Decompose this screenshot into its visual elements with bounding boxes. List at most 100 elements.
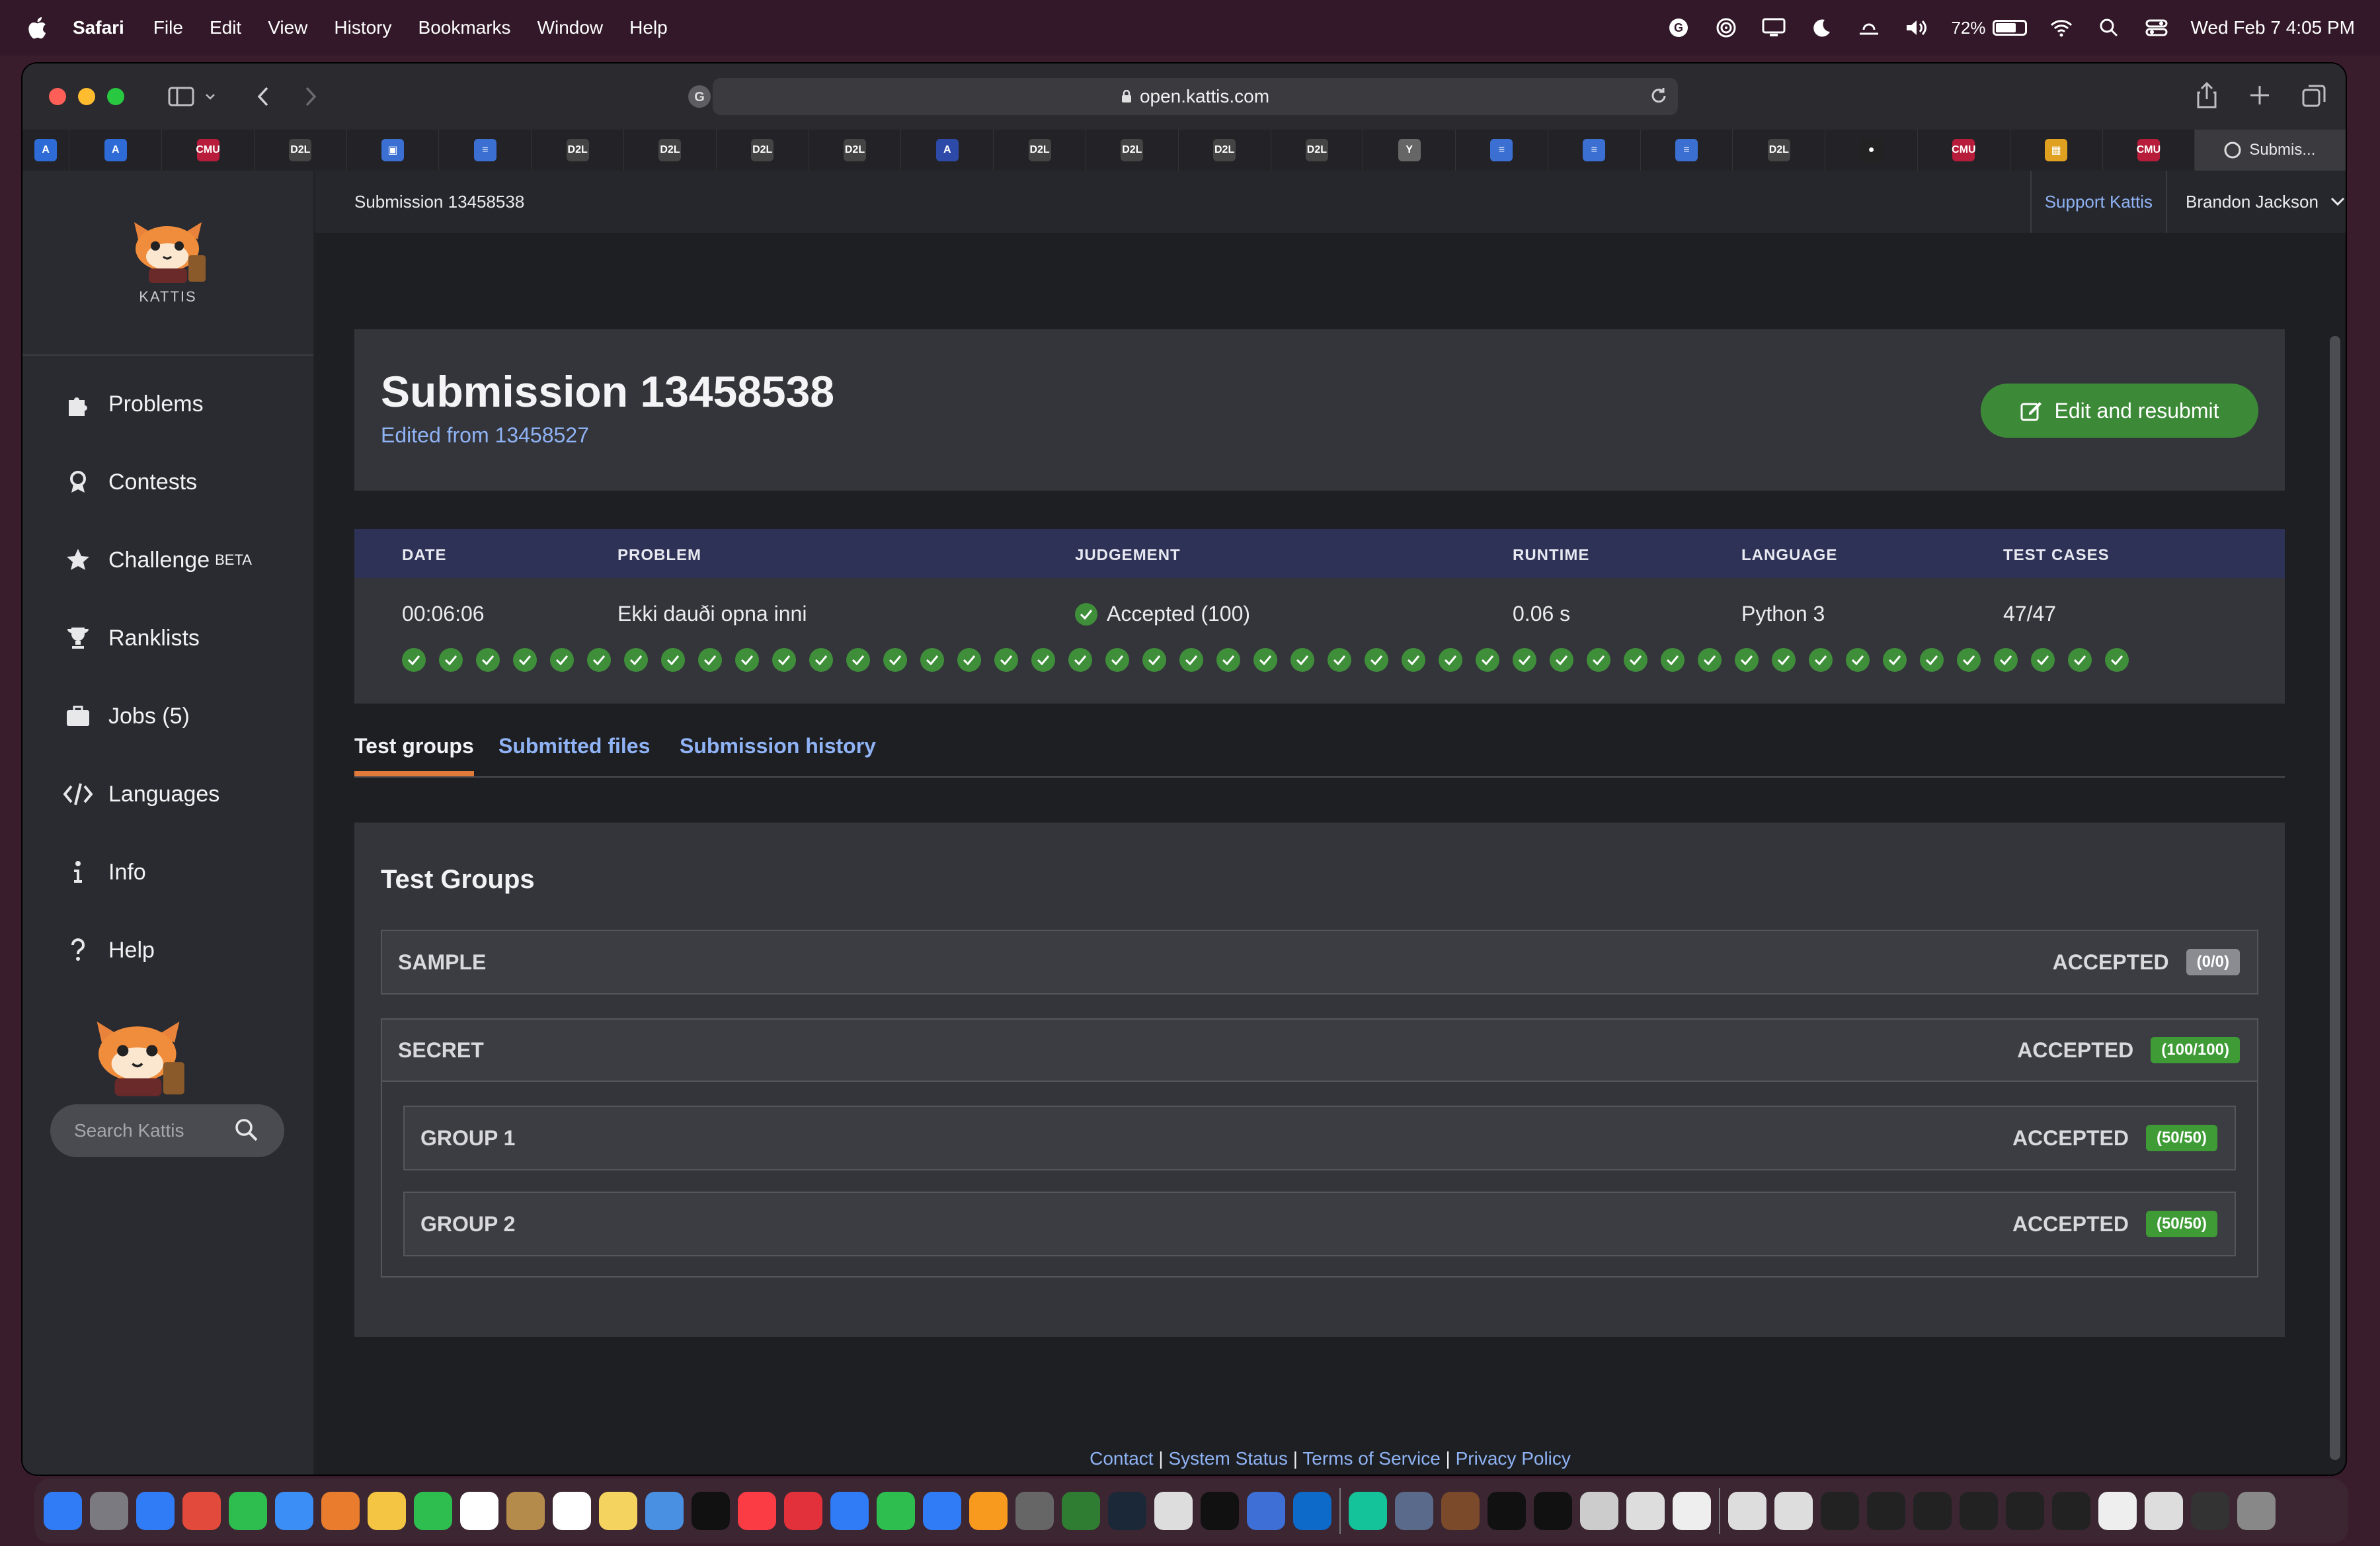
menu-window[interactable]: Window	[537, 17, 604, 38]
favorite-tab[interactable]: A	[901, 130, 994, 171]
test-case-passed-icon[interactable]	[1365, 648, 1388, 672]
grammarly-status-icon[interactable]: G	[1665, 17, 1692, 39]
test-group-group-1[interactable]: GROUP 1 ACCEPTED (50/50)	[403, 1106, 2236, 1170]
dock-app-icon[interactable]	[1488, 1492, 1526, 1530]
favorite-tab[interactable]: ≡	[1641, 130, 1733, 171]
dock-app-icon[interactable]	[460, 1492, 498, 1530]
test-case-passed-icon[interactable]	[439, 648, 463, 672]
minimize-window-button[interactable]	[78, 88, 95, 105]
dock-app-icon[interactable]	[182, 1492, 221, 1530]
dock-app-icon[interactable]	[1349, 1492, 1387, 1530]
test-group-group-2[interactable]: GROUP 2 ACCEPTED (50/50)	[403, 1192, 2236, 1256]
wifi-icon[interactable]	[2048, 17, 2075, 39]
test-case-passed-icon[interactable]	[1476, 648, 1499, 672]
dock-app-icon[interactable]	[1154, 1492, 1193, 1530]
test-case-passed-icon[interactable]	[846, 648, 870, 672]
sidebar-item-contests[interactable]: Contests	[22, 443, 313, 521]
back-arrow-icon[interactable]	[249, 82, 278, 111]
active-tab[interactable]: Submis...	[2195, 130, 2346, 171]
dock-app-icon[interactable]	[2098, 1492, 2137, 1530]
test-case-passed-icon[interactable]	[1809, 648, 1833, 672]
share-icon[interactable]	[2196, 82, 2217, 108]
dock-app-icon[interactable]	[599, 1492, 637, 1530]
favorite-tab[interactable]: D2L	[255, 130, 347, 171]
page-scrollbar[interactable]	[2330, 336, 2340, 1460]
favorite-tab[interactable]: D2L	[1179, 130, 1271, 171]
address-bar[interactable]: open.kattis.com	[713, 78, 1678, 115]
test-case-passed-icon[interactable]	[476, 648, 500, 672]
display-icon[interactable]	[1761, 17, 1787, 39]
test-case-passed-icon[interactable]	[1142, 648, 1166, 672]
system-status-link[interactable]: System Status	[1168, 1448, 1288, 1469]
dock-app-icon[interactable]	[1913, 1492, 1952, 1530]
dock-app-icon[interactable]	[1534, 1492, 1572, 1530]
dock-app-icon[interactable]	[2052, 1492, 2090, 1530]
test-case-passed-icon[interactable]	[1439, 648, 1462, 672]
sidebar-item-help[interactable]: Help	[22, 911, 313, 989]
test-case-passed-icon[interactable]	[735, 648, 759, 672]
favorite-tab[interactable]: CMU	[1918, 130, 2010, 171]
test-case-passed-icon[interactable]	[402, 648, 426, 672]
test-case-passed-icon[interactable]	[994, 648, 1018, 672]
tab-overview-icon[interactable]	[2302, 82, 2326, 108]
dock-app-icon[interactable]	[506, 1492, 545, 1530]
dock-app-icon[interactable]	[1108, 1492, 1146, 1530]
dock-app-icon[interactable]	[1015, 1492, 1054, 1530]
contact-link[interactable]: Contact	[1090, 1448, 1154, 1469]
spotlight-search-icon[interactable]	[2096, 17, 2122, 39]
tab-submitted-files[interactable]: Submitted files	[498, 734, 650, 758]
favorite-tab[interactable]: D2L	[1733, 130, 1826, 171]
dock-app-icon[interactable]	[1821, 1492, 1859, 1530]
test-case-passed-icon[interactable]	[1402, 648, 1425, 672]
dock-app-icon[interactable]	[2237, 1492, 2276, 1530]
zoom-window-button[interactable]	[107, 88, 124, 105]
test-case-passed-icon[interactable]	[1105, 648, 1129, 672]
sidebar-item-jobs[interactable]: Jobs (5)	[22, 677, 313, 755]
tab-submission-history[interactable]: Submission history	[680, 734, 876, 758]
dock-app-icon[interactable]	[1062, 1492, 1100, 1530]
favorite-tab[interactable]: ●	[1825, 130, 1918, 171]
test-case-passed-icon[interactable]	[1550, 648, 1573, 672]
control-center-icon[interactable]	[2143, 17, 2170, 39]
dock-app-icon[interactable]	[1247, 1492, 1285, 1530]
dock-app-icon[interactable]	[368, 1492, 406, 1530]
focus-moon-icon[interactable]	[1808, 17, 1835, 39]
dock-app-icon[interactable]	[692, 1492, 730, 1530]
dock-app-icon[interactable]	[1395, 1492, 1433, 1530]
favorite-tab[interactable]: A	[69, 130, 163, 171]
test-case-passed-icon[interactable]	[1994, 648, 2018, 672]
problem-link[interactable]: Ekki dauði opna inni	[617, 602, 807, 626]
test-case-passed-icon[interactable]	[883, 648, 907, 672]
dock-app-icon[interactable]	[136, 1492, 175, 1530]
dock-app-icon[interactable]	[553, 1492, 591, 1530]
favorite-tab[interactable]: A	[22, 130, 70, 171]
sidebar-toggle-icon[interactable]	[167, 82, 196, 111]
test-case-passed-icon[interactable]	[1957, 648, 1981, 672]
dock-app-icon[interactable]	[2145, 1492, 2183, 1530]
dock-app-icon[interactable]	[1441, 1492, 1480, 1530]
test-case-passed-icon[interactable]	[550, 648, 574, 672]
favorite-tab[interactable]: ≡	[439, 130, 532, 171]
favorite-tab[interactable]: D2L	[1086, 130, 1179, 171]
test-case-passed-icon[interactable]	[698, 648, 722, 672]
test-case-passed-icon[interactable]	[1624, 648, 1647, 672]
dock-app-icon[interactable]	[90, 1492, 128, 1530]
tab-test-groups[interactable]: Test groups	[354, 734, 474, 776]
favorite-tab[interactable]: ≡	[1456, 130, 1548, 171]
favorite-tab[interactable]: D2L	[994, 130, 1086, 171]
dock-app-icon[interactable]	[1673, 1492, 1711, 1530]
battery-indicator[interactable]: 72%	[1951, 18, 2027, 38]
dock-app-icon[interactable]	[275, 1492, 313, 1530]
sidebar-item-challenge[interactable]: Challenge BETA	[22, 521, 313, 599]
test-case-passed-icon[interactable]	[1328, 648, 1351, 672]
menu-app-name[interactable]: Safari	[73, 17, 124, 38]
test-case-passed-icon[interactable]	[1216, 648, 1240, 672]
menu-view[interactable]: View	[268, 17, 307, 38]
dock-app-icon[interactable]	[738, 1492, 776, 1530]
favorite-tab[interactable]: D2L	[1271, 130, 1364, 171]
test-case-passed-icon[interactable]	[1772, 648, 1796, 672]
dock-app-icon[interactable]	[2006, 1492, 2044, 1530]
chevron-down-icon[interactable]	[196, 82, 225, 111]
menu-history[interactable]: History	[334, 17, 391, 38]
favorite-tab[interactable]: ▣	[347, 130, 440, 171]
